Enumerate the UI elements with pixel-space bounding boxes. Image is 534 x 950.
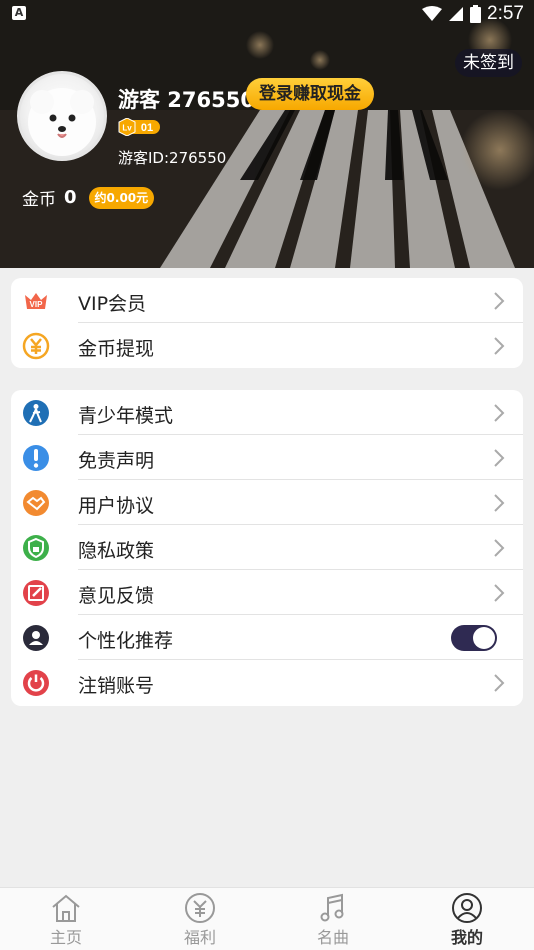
yen-circle-icon bbox=[185, 893, 215, 923]
user-icon bbox=[23, 625, 49, 651]
status-bar: A 2:57 bbox=[0, 0, 534, 28]
coins-value: 0 bbox=[64, 187, 77, 208]
chevron-right-icon bbox=[494, 292, 505, 310]
bottom-nav: 主页 福利 名曲 我的 bbox=[0, 887, 534, 950]
tab-welfare[interactable]: 福利 bbox=[160, 892, 240, 948]
chevron-right-icon bbox=[494, 494, 505, 512]
dog-avatar-image bbox=[28, 88, 96, 156]
edit-icon bbox=[23, 580, 49, 606]
yen-coin-icon bbox=[22, 332, 50, 360]
menu-item-disclaimer[interactable]: 免责声明 bbox=[11, 435, 523, 480]
tab-mine[interactable]: 我的 bbox=[427, 892, 507, 948]
menu-item-label: 注销账号 bbox=[78, 675, 155, 697]
profile-icon bbox=[452, 893, 482, 923]
tab-label: 福利 bbox=[183, 928, 216, 947]
level-badge: Lv 01 bbox=[118, 118, 160, 136]
signin-badge[interactable]: 未签到 bbox=[455, 49, 522, 77]
menu-item-label: 免责声明 bbox=[78, 450, 155, 472]
account-menu-card: VIP VIP会员 金币提现 bbox=[11, 278, 523, 368]
notification-icon: A bbox=[12, 6, 26, 20]
menu-item-label: 用户协议 bbox=[78, 495, 155, 517]
menu-item-user-agreement[interactable]: 用户协议 bbox=[11, 480, 523, 525]
coins-approx-badge: 约0.00元 bbox=[88, 186, 155, 209]
coins-label: 金币 bbox=[22, 190, 56, 210]
power-icon bbox=[23, 670, 49, 696]
svg-text:VIP: VIP bbox=[30, 300, 44, 309]
tab-label: 我的 bbox=[450, 928, 483, 947]
menu-item-label: 青少年模式 bbox=[78, 405, 174, 427]
chevron-right-icon bbox=[494, 404, 505, 422]
menu-item-teen-mode[interactable]: 青少年模式 bbox=[11, 390, 523, 435]
chevron-right-icon bbox=[494, 584, 505, 602]
menu-item-label: 个性化推荐 bbox=[78, 630, 174, 652]
profile-header: A 2:57 未签到 游客 276550 登录赚取现金 Lv 01 游客ID:2… bbox=[0, 0, 534, 268]
child-icon bbox=[23, 400, 49, 426]
coins-row[interactable]: 金币 0 约0.00元 bbox=[22, 185, 155, 210]
menu-item-delete-account[interactable]: 注销账号 bbox=[11, 660, 523, 705]
menu-item-feedback[interactable]: 意见反馈 bbox=[11, 570, 523, 615]
wifi-icon bbox=[422, 6, 443, 21]
username: 游客 276550 bbox=[118, 88, 255, 112]
tab-label: 主页 bbox=[49, 928, 82, 947]
tab-home[interactable]: 主页 bbox=[26, 892, 106, 948]
settings-menu-card: 青少年模式 免责声明 用户协议 隐私政策 意见反馈 个性化推荐 注销账号 bbox=[11, 390, 523, 706]
chevron-right-icon bbox=[494, 337, 505, 355]
music-note-icon bbox=[320, 893, 344, 922]
level-number: 01 bbox=[141, 122, 153, 134]
home-icon bbox=[52, 894, 80, 922]
menu-item-label: 金币提现 bbox=[78, 338, 155, 360]
shield-lock-icon bbox=[23, 535, 49, 561]
menu-item-label: VIP会员 bbox=[78, 293, 147, 315]
signal-icon bbox=[449, 7, 464, 21]
chevron-right-icon bbox=[494, 449, 505, 467]
clock: 2:57 bbox=[487, 3, 524, 24]
menu-item-privacy-policy[interactable]: 隐私政策 bbox=[11, 525, 523, 570]
menu-item-coin-withdraw[interactable]: 金币提现 bbox=[11, 323, 523, 368]
menu-item-vip[interactable]: VIP VIP会员 bbox=[11, 278, 523, 323]
handshake-icon bbox=[23, 490, 49, 516]
menu-item-personalized-recommend: 个性化推荐 bbox=[11, 615, 523, 660]
vip-crown-icon: VIP bbox=[25, 293, 47, 309]
menu-item-label: 意见反馈 bbox=[78, 585, 155, 607]
chevron-right-icon bbox=[494, 539, 505, 557]
tab-label: 名曲 bbox=[316, 928, 349, 947]
user-id: 游客ID:276550 bbox=[118, 149, 227, 167]
battery-icon bbox=[470, 5, 482, 23]
chevron-right-icon bbox=[494, 674, 505, 692]
avatar[interactable] bbox=[17, 71, 107, 161]
personalized-recommend-toggle[interactable] bbox=[451, 625, 497, 651]
exclamation-icon bbox=[23, 445, 49, 471]
tab-famous-songs[interactable]: 名曲 bbox=[293, 892, 373, 948]
login-earn-button[interactable]: 登录赚取现金 bbox=[246, 78, 374, 110]
menu-item-label: 隐私政策 bbox=[78, 540, 155, 562]
svg-text:Lv: Lv bbox=[122, 124, 132, 133]
